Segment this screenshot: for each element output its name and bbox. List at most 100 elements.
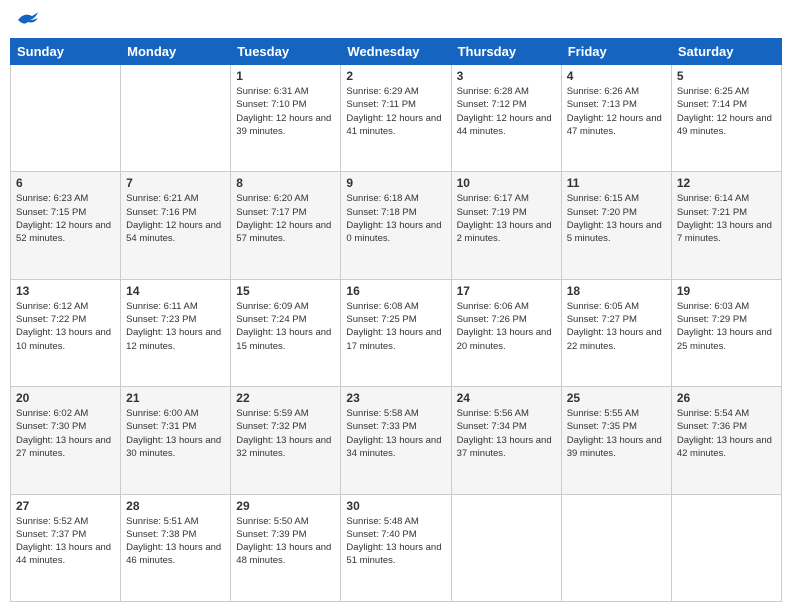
day-info: Sunrise: 6:08 AM Sunset: 7:25 PM Dayligh…: [346, 300, 445, 353]
day-info: Sunrise: 5:48 AM Sunset: 7:40 PM Dayligh…: [346, 515, 445, 568]
calendar-cell: 19 Sunrise: 6:03 AM Sunset: 7:29 PM Dayli…: [671, 279, 781, 386]
day-info: Sunrise: 6:11 AM Sunset: 7:23 PM Dayligh…: [126, 300, 225, 353]
week-row-4: 20Sunrise: 6:02 AM Sunset: 7:30 PM Dayli…: [11, 387, 782, 494]
calendar-cell: 28Sunrise: 5:51 AM Sunset: 7:38 PM Dayli…: [121, 494, 231, 601]
calendar-cell: 5Sunrise: 6:25 AM Sunset: 7:14 PM Daylig…: [671, 65, 781, 172]
day-number: 2: [346, 69, 445, 83]
calendar-cell: 29 Sunrise: 5:50 AM Sunset: 7:39 PM Dayli…: [231, 494, 341, 601]
day-number: 26: [677, 391, 776, 405]
day-number: 15: [236, 284, 335, 298]
day-number: 25: [567, 391, 666, 405]
calendar-cell: 16 Sunrise: 6:08 AM Sunset: 7:25 PM Dayli…: [341, 279, 451, 386]
day-info: Sunrise: 5:54 AM Sunset: 7:36 PM Dayligh…: [677, 407, 776, 460]
day-number: 13: [16, 284, 115, 298]
calendar-cell: 1 Sunrise: 6:31 AM Sunset: 7:10 PM Daylig…: [231, 65, 341, 172]
calendar-cell: 7Sunrise: 6:21 AM Sunset: 7:16 PM Daylig…: [121, 172, 231, 279]
day-info: Sunrise: 5:55 AM Sunset: 7:35 PM Dayligh…: [567, 407, 666, 460]
day-number: 27: [16, 499, 115, 513]
day-info: Sunrise: 5:52 AM Sunset: 7:37 PM Dayligh…: [16, 515, 115, 568]
day-number: 24: [457, 391, 556, 405]
day-info: Sunrise: 6:03 AM Sunset: 7:29 PM Dayligh…: [677, 300, 776, 353]
day-number: 8: [236, 176, 335, 190]
logo: [14, 10, 40, 30]
week-row-2: 6 Sunrise: 6:23 AM Sunset: 7:15 PM Daylig…: [11, 172, 782, 279]
weekday-header-saturday: Saturday: [671, 39, 781, 65]
day-number: 10: [457, 176, 556, 190]
calendar-cell: 15 Sunrise: 6:09 AM Sunset: 7:24 PM Dayli…: [231, 279, 341, 386]
day-number: 21: [126, 391, 225, 405]
calendar-cell: 9 Sunrise: 6:18 AM Sunset: 7:18 PM Daylig…: [341, 172, 451, 279]
calendar-cell: 14 Sunrise: 6:11 AM Sunset: 7:23 PM Dayli…: [121, 279, 231, 386]
calendar-cell: 8 Sunrise: 6:20 AM Sunset: 7:17 PM Daylig…: [231, 172, 341, 279]
day-number: 6: [16, 176, 115, 190]
day-info: Sunrise: 6:23 AM Sunset: 7:15 PM Dayligh…: [16, 192, 115, 245]
day-info: Sunrise: 6:05 AM Sunset: 7:27 PM Dayligh…: [567, 300, 666, 353]
calendar-cell: 24 Sunrise: 5:56 AM Sunset: 7:34 PM Dayli…: [451, 387, 561, 494]
day-info: Sunrise: 6:12 AM Sunset: 7:22 PM Dayligh…: [16, 300, 115, 353]
calendar-cell: [11, 65, 121, 172]
day-info: Sunrise: 6:21 AM Sunset: 7:16 PM Dayligh…: [126, 192, 225, 245]
page: SundayMondayTuesdayWednesdayThursdayFrid…: [0, 0, 792, 612]
day-number: 19: [677, 284, 776, 298]
day-number: 23: [346, 391, 445, 405]
calendar-cell: 3 Sunrise: 6:28 AM Sunset: 7:12 PM Daylig…: [451, 65, 561, 172]
day-info: Sunrise: 6:28 AM Sunset: 7:12 PM Dayligh…: [457, 85, 556, 138]
weekday-header-sunday: Sunday: [11, 39, 121, 65]
day-info: Sunrise: 5:56 AM Sunset: 7:34 PM Dayligh…: [457, 407, 556, 460]
day-number: 5: [677, 69, 776, 83]
calendar-cell: 17 Sunrise: 6:06 AM Sunset: 7:26 PM Dayli…: [451, 279, 561, 386]
day-number: 30: [346, 499, 445, 513]
day-info: Sunrise: 6:29 AM Sunset: 7:11 PM Dayligh…: [346, 85, 445, 138]
weekday-header-monday: Monday: [121, 39, 231, 65]
day-info: Sunrise: 6:18 AM Sunset: 7:18 PM Dayligh…: [346, 192, 445, 245]
calendar-cell: 13 Sunrise: 6:12 AM Sunset: 7:22 PM Dayli…: [11, 279, 121, 386]
day-info: Sunrise: 6:31 AM Sunset: 7:10 PM Dayligh…: [236, 85, 335, 138]
calendar-cell: [121, 65, 231, 172]
day-number: 11: [567, 176, 666, 190]
day-number: 3: [457, 69, 556, 83]
logo-bird-icon: [16, 10, 40, 30]
calendar-cell: [561, 494, 671, 601]
calendar-cell: 12Sunrise: 6:14 AM Sunset: 7:21 PM Dayli…: [671, 172, 781, 279]
day-info: Sunrise: 6:15 AM Sunset: 7:20 PM Dayligh…: [567, 192, 666, 245]
week-row-1: 1 Sunrise: 6:31 AM Sunset: 7:10 PM Daylig…: [11, 65, 782, 172]
calendar-cell: 4Sunrise: 6:26 AM Sunset: 7:13 PM Daylig…: [561, 65, 671, 172]
day-number: 14: [126, 284, 225, 298]
day-number: 16: [346, 284, 445, 298]
calendar-cell: [451, 494, 561, 601]
calendar-cell: 10 Sunrise: 6:17 AM Sunset: 7:19 PM Dayli…: [451, 172, 561, 279]
day-number: 22: [236, 391, 335, 405]
calendar-cell: 30 Sunrise: 5:48 AM Sunset: 7:40 PM Dayli…: [341, 494, 451, 601]
calendar-cell: 21 Sunrise: 6:00 AM Sunset: 7:31 PM Dayli…: [121, 387, 231, 494]
day-info: Sunrise: 5:59 AM Sunset: 7:32 PM Dayligh…: [236, 407, 335, 460]
day-info: Sunrise: 5:50 AM Sunset: 7:39 PM Dayligh…: [236, 515, 335, 568]
day-info: Sunrise: 5:58 AM Sunset: 7:33 PM Dayligh…: [346, 407, 445, 460]
header: [10, 10, 782, 30]
calendar-cell: 18 Sunrise: 6:05 AM Sunset: 7:27 PM Dayli…: [561, 279, 671, 386]
weekday-header-thursday: Thursday: [451, 39, 561, 65]
day-number: 9: [346, 176, 445, 190]
day-info: Sunrise: 6:00 AM Sunset: 7:31 PM Dayligh…: [126, 407, 225, 460]
calendar: SundayMondayTuesdayWednesdayThursdayFrid…: [10, 38, 782, 602]
calendar-cell: 27 Sunrise: 5:52 AM Sunset: 7:37 PM Dayli…: [11, 494, 121, 601]
calendar-cell: 22 Sunrise: 5:59 AM Sunset: 7:32 PM Dayli…: [231, 387, 341, 494]
day-info: Sunrise: 6:26 AM Sunset: 7:13 PM Dayligh…: [567, 85, 666, 138]
day-info: Sunrise: 6:06 AM Sunset: 7:26 PM Dayligh…: [457, 300, 556, 353]
day-info: Sunrise: 6:09 AM Sunset: 7:24 PM Dayligh…: [236, 300, 335, 353]
weekday-header-wednesday: Wednesday: [341, 39, 451, 65]
weekday-header-row: SundayMondayTuesdayWednesdayThursdayFrid…: [11, 39, 782, 65]
day-number: 18: [567, 284, 666, 298]
day-info: Sunrise: 6:02 AM Sunset: 7:30 PM Dayligh…: [16, 407, 115, 460]
day-number: 1: [236, 69, 335, 83]
day-number: 17: [457, 284, 556, 298]
calendar-cell: [671, 494, 781, 601]
calendar-cell: 11 Sunrise: 6:15 AM Sunset: 7:20 PM Dayli…: [561, 172, 671, 279]
calendar-cell: 2 Sunrise: 6:29 AM Sunset: 7:11 PM Daylig…: [341, 65, 451, 172]
day-info: Sunrise: 6:20 AM Sunset: 7:17 PM Dayligh…: [236, 192, 335, 245]
day-info: Sunrise: 6:17 AM Sunset: 7:19 PM Dayligh…: [457, 192, 556, 245]
day-number: 29: [236, 499, 335, 513]
calendar-cell: 26 Sunrise: 5:54 AM Sunset: 7:36 PM Dayli…: [671, 387, 781, 494]
week-row-3: 13 Sunrise: 6:12 AM Sunset: 7:22 PM Dayli…: [11, 279, 782, 386]
calendar-cell: 23 Sunrise: 5:58 AM Sunset: 7:33 PM Dayli…: [341, 387, 451, 494]
day-number: 12: [677, 176, 776, 190]
